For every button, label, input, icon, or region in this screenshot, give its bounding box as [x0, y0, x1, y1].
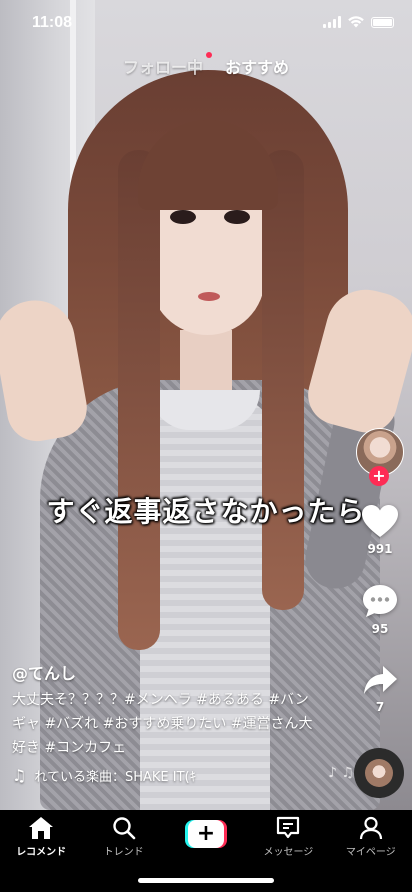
video-subject-hair-left [118, 150, 160, 650]
floating-notes-icon: ♪ ♫ [328, 765, 354, 781]
creator-username[interactable]: @てんし [12, 660, 347, 684]
profile-icon [359, 816, 382, 840]
music-track-name: れている楽曲：SHAKE IT(ｷ [34, 770, 197, 785]
status-icons [323, 16, 394, 28]
feed-tabs: フォロー中 おすすめ [0, 52, 412, 78]
search-icon [112, 817, 135, 840]
share-count: 7 [375, 700, 385, 714]
follow-plus-icon[interactable]: + [369, 466, 389, 486]
music-disc-button[interactable] [354, 748, 404, 798]
comment-count: 95 [371, 622, 389, 636]
share-arrow-icon[interactable] [362, 664, 398, 696]
nav-messages[interactable]: メッセージ [248, 816, 328, 858]
tab-for-you[interactable]: おすすめ [225, 54, 289, 78]
video-subject-lips [198, 292, 220, 301]
post-info: @てんし 大丈夫そ？？？？#メンヘラ #あるある #バン ギャ #バズれ #おす… [12, 660, 347, 785]
new-content-dot [206, 52, 212, 58]
comment-button[interactable]: 95 [362, 584, 398, 636]
nav-label: マイページ [345, 847, 396, 858]
post-description[interactable]: 大丈夫そ？？？？#メンヘラ #あるある #バン ギャ #バズれ #おすすめ乗りた… [12, 688, 347, 760]
heart-icon[interactable] [361, 504, 399, 538]
comment-icon[interactable] [362, 584, 398, 618]
status-time: 11:08 [32, 14, 73, 31]
nav-create[interactable]: + [166, 816, 246, 858]
share-button[interactable]: 7 [362, 664, 398, 714]
tab-following[interactable]: フォロー中 [123, 52, 212, 78]
nav-label: トレンド [103, 847, 144, 858]
description-line: 大丈夫そ？？？？#メンヘラ #あるある #バン [12, 692, 309, 708]
description-line: ギャ #バズれ #おすすめ乗りたい #運営さん大 [12, 716, 313, 732]
like-count: 991 [367, 542, 393, 556]
music-info[interactable]: ♫ れている楽曲：SHAKE IT(ｷ [12, 766, 347, 785]
nav-trend[interactable]: トレンド [84, 816, 164, 858]
message-icon [277, 816, 300, 839]
home-indicator[interactable] [138, 878, 274, 883]
nav-label: レコメンド [16, 847, 67, 858]
status-bar: 11:08 [0, 0, 412, 44]
create-plus-icon[interactable]: + [184, 820, 227, 848]
creator-avatar-button[interactable]: + [356, 428, 404, 486]
video-caption: すぐ返事返さなかったら [46, 495, 366, 528]
action-rail: + 991 95 7 [352, 428, 408, 714]
nav-home[interactable]: レコメンド [1, 816, 81, 858]
like-button[interactable]: 991 [361, 504, 399, 556]
description-line: 好き #コンカフェ [12, 740, 127, 756]
music-disc-avatar [365, 759, 393, 787]
video-subject-eye-left [170, 210, 196, 224]
music-note-icon: ♫ [12, 766, 27, 785]
nav-profile[interactable]: マイページ [331, 816, 411, 858]
cellular-signal-icon [323, 16, 341, 28]
nav-label: メッセージ [263, 847, 314, 858]
video-subject-eye-right [224, 210, 250, 224]
home-icon [29, 817, 54, 839]
wifi-icon [348, 16, 364, 28]
battery-icon [371, 16, 394, 28]
video-subject-hair-right [262, 150, 304, 610]
